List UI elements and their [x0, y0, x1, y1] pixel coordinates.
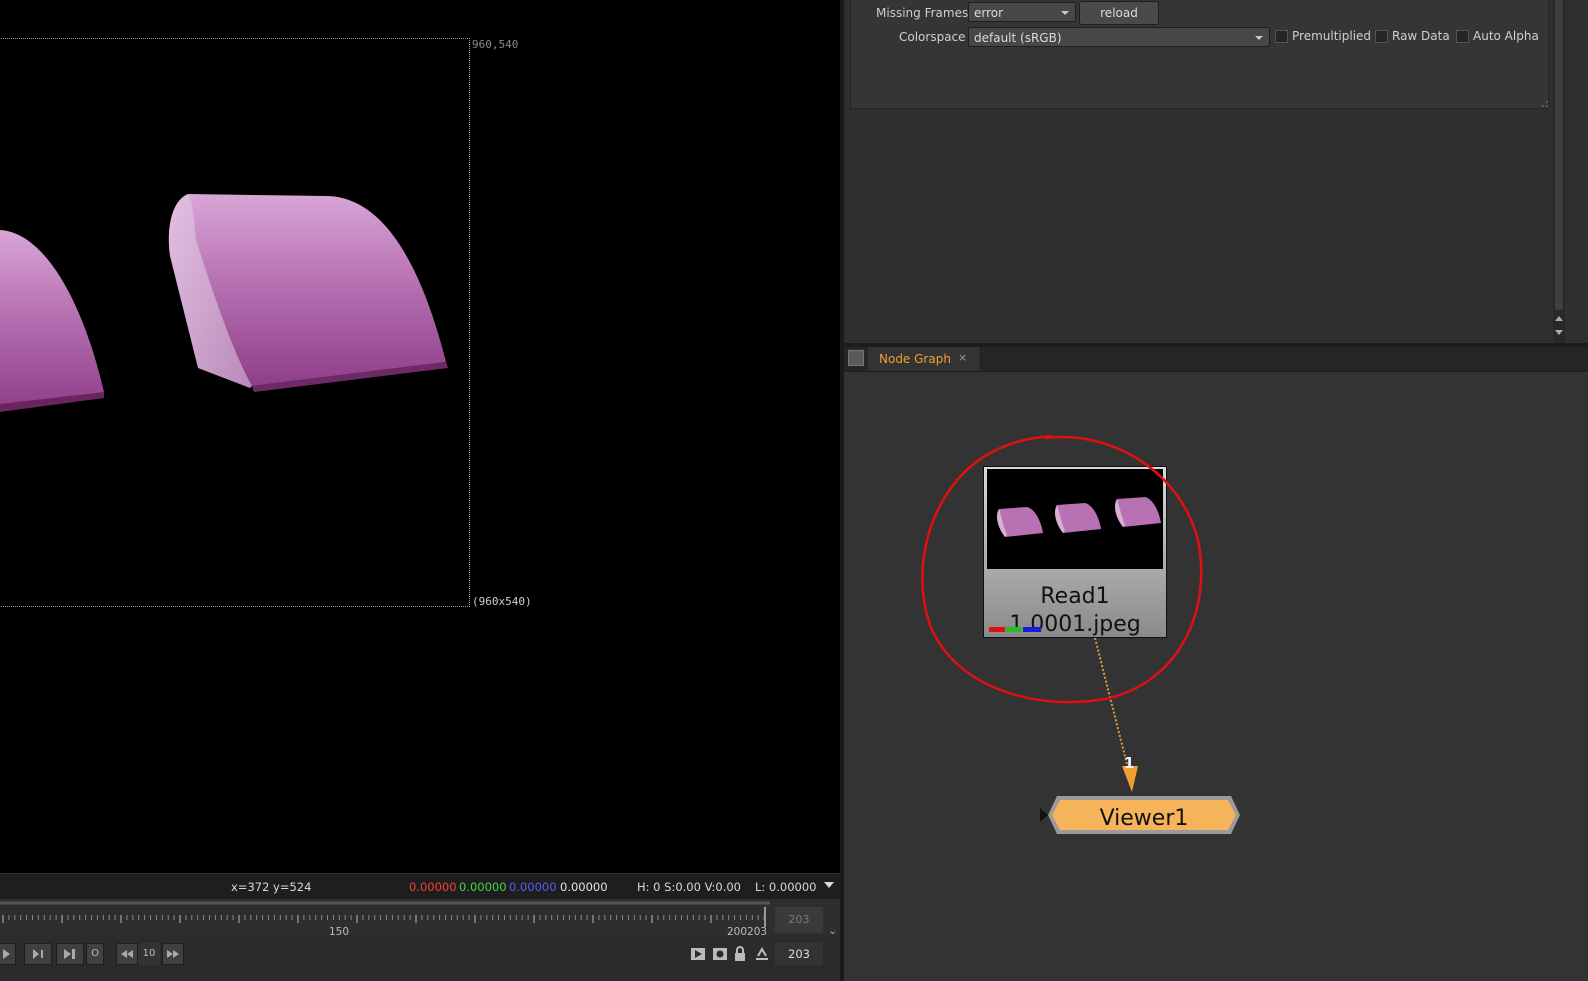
pixel-luminance: L: 0.00000	[755, 880, 817, 894]
input-number-label: 1	[1124, 754, 1135, 772]
transport-extra-icons	[691, 946, 768, 961]
transport-bar: O 10	[0, 937, 840, 969]
timeline-collapse-icon[interactable]: ⌄	[828, 924, 837, 937]
rewind-icon	[121, 950, 133, 958]
colorspace-label: Colorspace	[899, 30, 966, 44]
last-frame-icon	[64, 949, 75, 959]
node-graph-canvas[interactable]	[844, 372, 1588, 981]
read-node[interactable]: Read1 1.0001.jpeg	[983, 466, 1167, 638]
premultiplied-checkbox[interactable]	[1275, 30, 1288, 43]
properties-panel	[844, 0, 1588, 343]
fast-forward-icon	[167, 950, 179, 958]
cursor-position: x=372 y=524	[231, 880, 312, 894]
colorspace-value: default (sRGB)	[974, 31, 1062, 45]
snapshot-icon[interactable]	[713, 948, 727, 960]
colorspace-dropdown[interactable]: default (sRGB)	[968, 27, 1270, 47]
playhead[interactable]	[764, 907, 766, 927]
scrollbar-thumb[interactable]	[1555, 0, 1563, 310]
viewer-info-bar: x=372 y=524 0.00000 0.00000 0.00000 0.00…	[0, 873, 840, 900]
missing-frames-dropdown[interactable]: error	[968, 2, 1076, 22]
timeline[interactable]: 150 200203	[0, 899, 840, 938]
play-backward-button[interactable]	[0, 943, 16, 965]
skip-forward-button[interactable]	[162, 943, 184, 965]
resize-grip-icon[interactable]	[1541, 100, 1549, 108]
properties-scrollbar[interactable]	[1553, 0, 1565, 343]
chevron-down-icon	[1061, 11, 1069, 15]
timeline-end-frame[interactable]: 203	[775, 907, 823, 933]
loop-mode-button[interactable]: O	[86, 943, 104, 965]
tab-node-graph-label: Node Graph	[879, 352, 951, 366]
scroll-down-icon[interactable]	[1555, 330, 1563, 335]
auto-alpha-label: Auto Alpha	[1473, 29, 1539, 43]
premultiplied-label: Premultiplied	[1292, 29, 1372, 43]
pixel-blue: 0.00000	[509, 880, 557, 894]
read-node-name: Read1	[1040, 584, 1110, 609]
auto-alpha-checkbox[interactable]	[1456, 30, 1469, 43]
read-node-thumbnail	[987, 469, 1163, 569]
pane-menu-icon[interactable]	[848, 350, 864, 366]
flipbook-icon[interactable]	[691, 948, 705, 960]
step-increment-field[interactable]: 10	[138, 943, 160, 965]
export-icon[interactable]	[756, 946, 768, 960]
pixel-green: 0.00000	[459, 880, 507, 894]
channel-green-indicator	[1006, 627, 1022, 632]
missing-frames-label: Missing Frames	[876, 6, 969, 20]
chevron-down-icon	[1255, 36, 1263, 40]
info-menu-caret-icon[interactable]	[824, 882, 834, 888]
format-bounds	[0, 38, 470, 607]
last-frame-button[interactable]	[56, 943, 84, 965]
skip-back-button[interactable]	[116, 943, 138, 965]
channel-blue-indicator	[1023, 627, 1041, 632]
close-icon[interactable]: ×	[958, 351, 967, 364]
scroll-up-icon[interactable]	[1555, 316, 1563, 321]
pixel-hsv: H: 0 S:0.00 V:0.00	[637, 880, 741, 894]
format-size-label: (960x540)	[472, 595, 532, 608]
step-forward-icon	[33, 949, 43, 959]
node-connection-pipe[interactable]	[1080, 636, 1150, 806]
read-node-filename: 1.0001.jpeg	[1009, 612, 1141, 637]
reload-button[interactable]: reload	[1079, 1, 1159, 25]
format-corner-coords: 960,540	[472, 38, 519, 51]
raw-data-label: Raw Data	[1392, 29, 1450, 43]
pixel-red: 0.00000	[409, 880, 457, 894]
viewer-canvas[interactable]: 960,540 (960x540)	[0, 0, 840, 873]
lock-icon[interactable]	[735, 946, 745, 961]
channel-red-indicator	[989, 627, 1005, 632]
play-icon	[3, 949, 10, 959]
pixel-alpha: 0.00000	[560, 880, 608, 894]
timeline-ruler[interactable]	[0, 899, 770, 935]
current-frame-field[interactable]: 203	[775, 943, 823, 965]
viewer-node-name: Viewer1	[1099, 806, 1189, 831]
raw-data-checkbox[interactable]	[1375, 30, 1388, 43]
missing-frames-value: error	[974, 6, 1004, 20]
step-forward-button[interactable]	[24, 943, 52, 965]
